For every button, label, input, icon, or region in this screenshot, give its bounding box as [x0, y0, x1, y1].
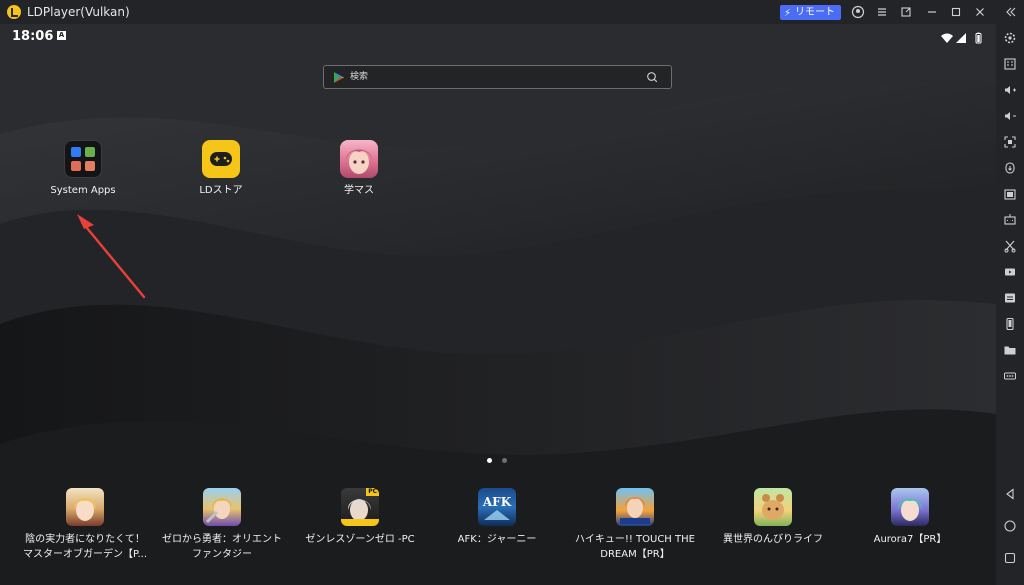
sync-icon[interactable]	[1002, 290, 1018, 306]
app-label: LDストア	[199, 185, 243, 196]
page-dot-active	[487, 458, 492, 463]
screenshot-icon[interactable]	[1002, 134, 1018, 150]
collapse-sidebar-icon[interactable]	[1002, 4, 1018, 20]
android-screen: 18:06 A 検索 System Apps LDストア 学マス 陰の実力者にな…	[0, 24, 996, 585]
status-icons	[940, 29, 988, 44]
dock-app-kage-no-jitsuryokusha[interactable]: 陰の実力者になりたくて！ マスターオブガーデン【P...	[15, 488, 155, 562]
aurora7-icon	[891, 488, 929, 526]
popout-icon[interactable]	[898, 4, 914, 20]
app-label-line1: AFK：ジャーニー	[457, 534, 537, 545]
more-icon[interactable]	[1002, 368, 1018, 384]
app-label-line1: 陰の実力者になりたくて！	[25, 534, 145, 545]
app-label-line1: 異世界のんびりライフ	[723, 534, 823, 545]
app-gakumasu[interactable]: 学マス	[304, 140, 414, 197]
bolt-icon: ⚡	[784, 8, 792, 19]
gakumasu-icon	[340, 140, 378, 178]
app-label-line1: ハイキュー!! TOUCH THE	[575, 534, 695, 545]
status-time: 18:06	[12, 29, 54, 44]
wifi-icon	[941, 33, 953, 43]
app-label-line2: マスターオブガーデン【P...	[22, 549, 147, 560]
operation-record-icon[interactable]	[1002, 212, 1018, 228]
app-label-line2: DREAM【PR】	[600, 549, 670, 560]
volume-down-icon[interactable]	[1002, 108, 1018, 124]
scissors-icon[interactable]	[1002, 238, 1018, 254]
system-apps-folder-icon	[64, 140, 102, 178]
haikyuu-icon	[616, 488, 654, 526]
ldplayer-logo-icon	[7, 5, 21, 19]
battery-icon	[975, 32, 982, 44]
page-dot	[502, 458, 507, 463]
kage-no-jitsuryokusha-icon	[66, 488, 104, 526]
zero-kara-yuusha-icon	[203, 488, 241, 526]
window-title: LDPlayer(Vulkan)	[27, 5, 130, 19]
minimize-icon[interactable]	[924, 4, 940, 20]
recents-icon[interactable]	[1002, 550, 1018, 566]
home-icon[interactable]	[1002, 518, 1018, 534]
play-store-icon	[334, 72, 344, 83]
title-bar: LDPlayer(Vulkan) ⚡ リモート	[0, 0, 1024, 24]
folder-icon[interactable]	[1002, 342, 1018, 358]
rotate-icon[interactable]	[1002, 316, 1018, 332]
account-icon[interactable]	[850, 4, 866, 20]
search-bar[interactable]: 検索	[323, 65, 672, 89]
dock-app-isekai-nonbiri-life[interactable]: 異世界のんびりライフ	[703, 488, 843, 547]
app-label: 学マス	[344, 185, 374, 196]
dock-app-aurora7[interactable]: Aurora7【PR】	[840, 488, 980, 547]
dock-app-zenless-zone-zero[interactable]: PC ゼンレスゾーンゼロ -PC	[290, 488, 430, 547]
install-apk-icon[interactable]	[1002, 160, 1018, 176]
ld-store-icon	[202, 140, 240, 178]
right-toolbar	[996, 24, 1024, 585]
app-label-line2: ファンタジー	[192, 549, 252, 560]
app-label-line1: ゼンレスゾーンゼロ -PC	[305, 534, 415, 545]
pc-badge: PC	[366, 488, 379, 496]
multi-instance-icon[interactable]	[1002, 186, 1018, 202]
app-label: System Apps	[50, 185, 116, 196]
ldplayer-window: LDPlayer(Vulkan) ⚡ リモート 18:06 A 検索 Syste…	[0, 0, 1024, 585]
afk-journey-icon: AFK	[478, 488, 516, 526]
app-label-line1: Aurora7【PR】	[873, 534, 947, 545]
close-icon[interactable]	[972, 4, 988, 20]
settings-icon[interactable]	[1002, 30, 1018, 46]
app-ld-store[interactable]: LDストア	[166, 140, 276, 197]
signal-icon	[956, 33, 966, 43]
menu-icon[interactable]	[874, 4, 890, 20]
search-placeholder: 検索	[350, 72, 369, 82]
volume-up-icon[interactable]	[1002, 82, 1018, 98]
remote-button[interactable]: ⚡ リモート	[780, 5, 841, 20]
remote-button-label: リモート	[795, 7, 835, 18]
dock-app-zero-kara-yuusha[interactable]: ゼロから勇者：オリエント ファンタジー	[152, 488, 292, 562]
record-video-icon[interactable]	[1002, 264, 1018, 280]
dock-app-haikyuu[interactable]: ハイキュー!! TOUCH THE DREAM【PR】	[565, 488, 705, 562]
notification-badge-icon: A	[57, 31, 66, 40]
back-icon[interactable]	[1002, 486, 1018, 502]
keyboard-mapping-icon[interactable]	[1002, 56, 1018, 72]
app-label-line1: ゼロから勇者：オリエント	[162, 534, 282, 545]
maximize-icon[interactable]	[948, 4, 964, 20]
app-system-apps[interactable]: System Apps	[28, 140, 138, 197]
isekai-nonbiri-life-icon	[754, 488, 792, 526]
search-icon[interactable]	[646, 71, 658, 83]
zenless-zone-zero-icon: PC	[341, 488, 379, 526]
dock-app-afk-journey[interactable]: AFK AFK：ジャーニー	[427, 488, 567, 547]
